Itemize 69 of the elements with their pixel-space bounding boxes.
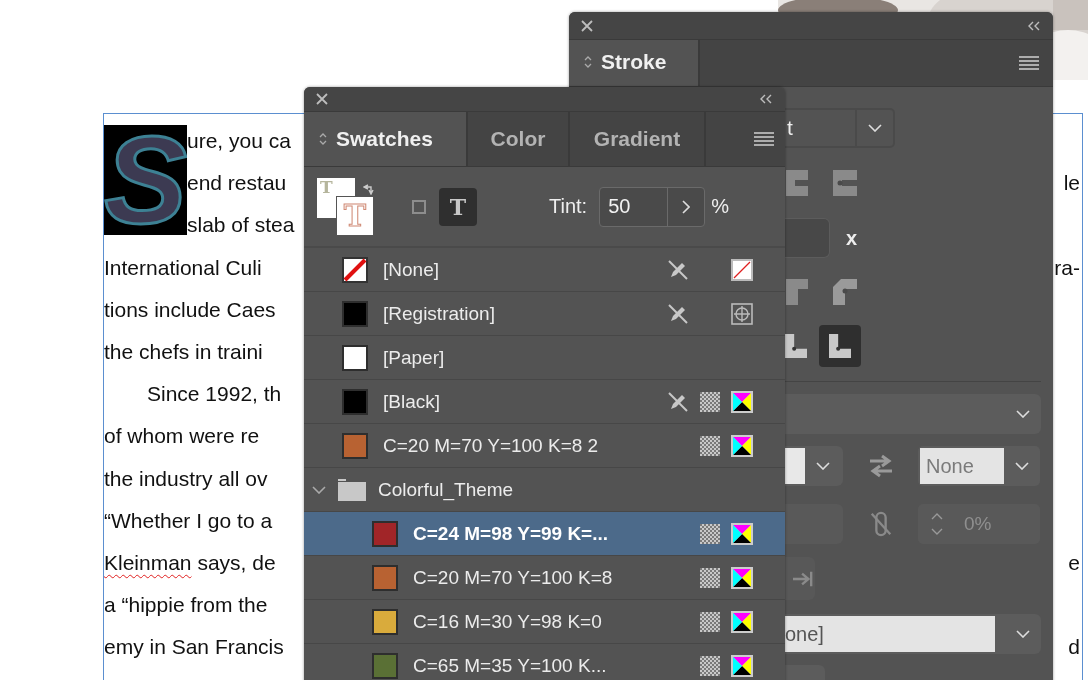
text-line: slab of stea — [187, 213, 295, 238]
spinner-icon[interactable] — [930, 511, 944, 537]
chevron-icon[interactable] — [868, 124, 882, 132]
tint-field[interactable]: 50 — [599, 186, 706, 227]
text-line: Kleinman says, de — [104, 550, 276, 575]
chevron-icon[interactable] — [682, 199, 691, 214]
none-swatch-icon — [342, 256, 368, 283]
panel-tab[interactable]: Stroke — [569, 40, 700, 86]
swatch-row[interactable]: [Registration] — [304, 292, 785, 336]
updown-icon — [318, 131, 328, 147]
text-line: “Whether I go to a — [104, 508, 273, 533]
chevron-icon[interactable] — [1016, 630, 1030, 638]
collapse-icon[interactable] — [1027, 20, 1041, 31]
text-line: of whom were re — [104, 424, 260, 449]
close-icon[interactable] — [581, 19, 593, 32]
percent-label: % — [711, 195, 729, 218]
text-line: a “hippie from the — [104, 593, 268, 618]
chevron-icon[interactable] — [816, 462, 830, 470]
swap-icon[interactable] — [363, 183, 375, 195]
text-button[interactable]: T — [439, 187, 477, 226]
swatch-row[interactable]: C=16 M=30 Y=98 K=0 — [304, 600, 785, 644]
chevron-icon[interactable] — [1015, 462, 1029, 470]
drop-cap: S — [104, 125, 187, 235]
collapse-icon[interactable] — [759, 94, 773, 104]
swatch-row[interactable]: C=24 M=98 Y=99 K=... — [304, 512, 785, 556]
text-line: International Culi — [104, 255, 262, 280]
text-line: end restau — [187, 171, 287, 195]
text-line: tions include Caes — [104, 297, 276, 322]
corner-icon — [829, 334, 851, 358]
expand-icon[interactable] — [312, 485, 326, 494]
swatch-row[interactable]: C=20 M=70 Y=100 K=8 2 — [304, 424, 785, 468]
unlink-icon[interactable] — [868, 511, 894, 537]
scale-field[interactable] — [785, 504, 843, 544]
arrowhead-dropdown[interactable]: one] — [785, 614, 1041, 654]
panel-tab[interactable]: Swatches — [304, 112, 468, 166]
start-dropdown[interactable] — [785, 446, 843, 486]
align-arrow-button[interactable] — [785, 557, 815, 600]
miter-field[interactable] — [785, 218, 830, 258]
menu-icon[interactable] — [754, 132, 774, 146]
panel-tab[interactable]: Gradient — [570, 112, 706, 166]
miter-label: x — [846, 226, 858, 250]
text-line: emy in San Francis — [104, 635, 284, 660]
menu-icon[interactable] — [1019, 56, 1039, 70]
corner-icon — [785, 334, 807, 358]
text-line: ra- — [1054, 255, 1081, 280]
panel-tab[interactable]: Color — [468, 112, 570, 166]
tint-label: Tint: — [549, 195, 588, 218]
text-line: the chefs in traini — [104, 340, 263, 365]
swatch-row[interactable]: [Paper] — [304, 336, 785, 380]
end-dropdown[interactable]: None — [918, 446, 1040, 486]
cap-icon[interactable] — [785, 169, 809, 196]
align-button[interactable] — [819, 325, 861, 367]
updown-icon — [583, 54, 593, 70]
close-icon[interactable] — [316, 93, 328, 105]
join-icon[interactable] — [833, 279, 857, 305]
chevron-icon[interactable] — [1016, 410, 1030, 418]
swatch-row[interactable]: [Black] — [304, 380, 785, 424]
cap-icon[interactable] — [833, 169, 857, 196]
text-line: d — [1068, 635, 1081, 660]
swatch-row[interactable]: C=20 M=70 Y=100 K=8 — [304, 556, 785, 600]
text-line: e — [1068, 550, 1081, 575]
text-line: the industry all ov — [104, 466, 268, 491]
swatch-row[interactable]: [None] — [304, 248, 785, 292]
text-line: Since 1992, th — [147, 382, 282, 407]
text-line: le — [1063, 171, 1081, 196]
folder-icon — [338, 478, 366, 501]
swap-icon[interactable] — [868, 453, 894, 479]
swatch-row[interactable]: C=65 M=35 Y=100 K... — [304, 644, 785, 680]
text-line: ure, you ca — [187, 129, 291, 153]
